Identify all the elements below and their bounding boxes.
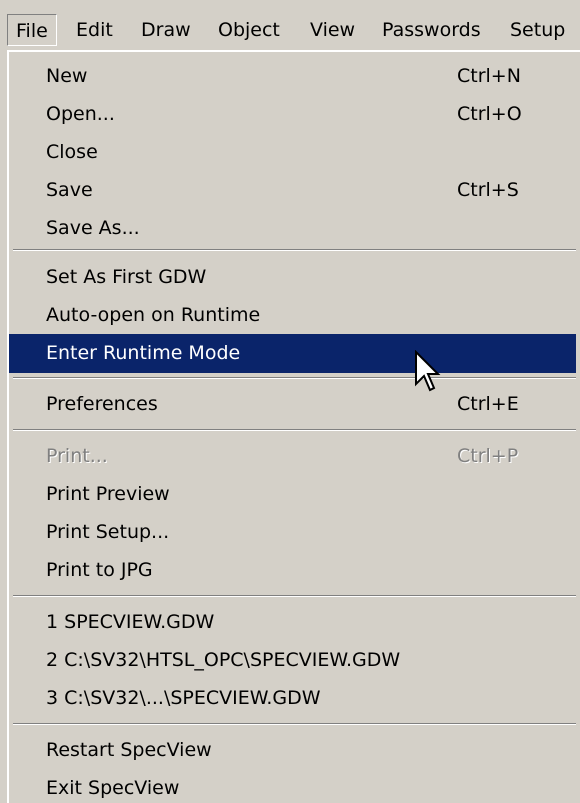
menu-setup[interactable]: Setup <box>510 14 565 46</box>
menu-item-shortcut: Ctrl+P <box>457 445 519 467</box>
menu-item-label: Preferences <box>46 393 158 415</box>
menu-item-label: Print Setup... <box>46 521 170 543</box>
menu-item-preferences[interactable]: Preferences Ctrl+E <box>9 385 576 424</box>
menu-item-open[interactable]: Open... Ctrl+O <box>9 95 576 134</box>
menu-draw[interactable]: Draw <box>141 14 191 46</box>
menu-item-print-setup[interactable]: Print Setup... <box>9 513 576 552</box>
menu-edit[interactable]: Edit <box>76 14 113 46</box>
menu-item-shortcut: Ctrl+S <box>457 179 519 201</box>
menu-item-recent-file-3[interactable]: 3 C:\SV32\...\SPECVIEW.GDW <box>9 679 576 718</box>
menu-item-label: Set As First GDW <box>46 266 207 288</box>
menu-item-shortcut: Ctrl+E <box>457 393 519 415</box>
menu-separator <box>13 429 576 431</box>
menu-item-restart-specview[interactable]: Restart SpecView <box>9 731 576 770</box>
menu-item-recent-file-2[interactable]: 2 C:\SV32\HTSL_OPC\SPECVIEW.GDW <box>9 641 576 680</box>
menu-item-recent-file-1[interactable]: 1 SPECVIEW.GDW <box>9 603 576 642</box>
menu-item-exit-specview[interactable]: Exit SpecView <box>9 769 576 803</box>
menu-item-label: 3 C:\SV32\...\SPECVIEW.GDW <box>46 687 321 709</box>
menu-item-shortcut: Ctrl+O <box>457 103 522 125</box>
menu-item-auto-open-on-runtime[interactable]: Auto-open on Runtime <box>9 296 576 335</box>
menu-item-label: 2 C:\SV32\HTSL_OPC\SPECVIEW.GDW <box>46 649 401 671</box>
menu-item-print: Print... Ctrl+P <box>9 437 576 476</box>
menu-item-label: Print... <box>46 445 108 467</box>
menu-item-new[interactable]: New Ctrl+N <box>9 57 576 96</box>
menu-view[interactable]: View <box>310 14 355 46</box>
menu-item-label: Save <box>46 179 93 201</box>
menu-separator <box>13 595 576 597</box>
menu-item-label: Enter Runtime Mode <box>46 342 241 364</box>
menu-item-enter-runtime-mode[interactable]: Enter Runtime Mode <box>9 334 576 373</box>
application-window: File Edit Draw Object View Passwords Set… <box>0 0 580 803</box>
menu-file[interactable]: File <box>7 14 57 46</box>
menu-item-label: Print Preview <box>46 483 170 505</box>
menu-item-label: New <box>46 65 88 87</box>
menu-item-save[interactable]: Save Ctrl+S <box>9 171 576 210</box>
menu-item-print-to-jpg[interactable]: Print to JPG <box>9 551 576 590</box>
file-menu-dropdown: New Ctrl+N Open... Ctrl+O Close Save Ctr… <box>7 50 580 803</box>
menu-passwords[interactable]: Passwords <box>382 14 481 46</box>
menu-item-label: Print to JPG <box>46 559 153 581</box>
menu-item-close[interactable]: Close <box>9 133 576 172</box>
menu-item-set-as-first-gdw[interactable]: Set As First GDW <box>9 258 576 297</box>
menu-item-label: Auto-open on Runtime <box>46 304 261 326</box>
menu-bar: File Edit Draw Object View Passwords Set… <box>0 0 580 56</box>
menu-item-save-as[interactable]: Save As... <box>9 209 576 248</box>
menu-separator <box>13 249 576 251</box>
menu-separator <box>13 377 576 379</box>
menu-item-label: Close <box>46 141 98 163</box>
menu-item-shortcut: Ctrl+N <box>457 65 521 87</box>
menu-item-label: Restart SpecView <box>46 739 212 761</box>
menu-separator <box>13 723 576 725</box>
menu-item-label: Open... <box>46 103 115 125</box>
menu-item-print-preview[interactable]: Print Preview <box>9 475 576 514</box>
menu-item-label: Save As... <box>46 217 140 239</box>
menu-item-label: Exit SpecView <box>46 777 180 799</box>
mouse-pointer-icon <box>415 350 441 392</box>
menu-object[interactable]: Object <box>218 14 280 46</box>
menu-item-label: 1 SPECVIEW.GDW <box>46 611 215 633</box>
